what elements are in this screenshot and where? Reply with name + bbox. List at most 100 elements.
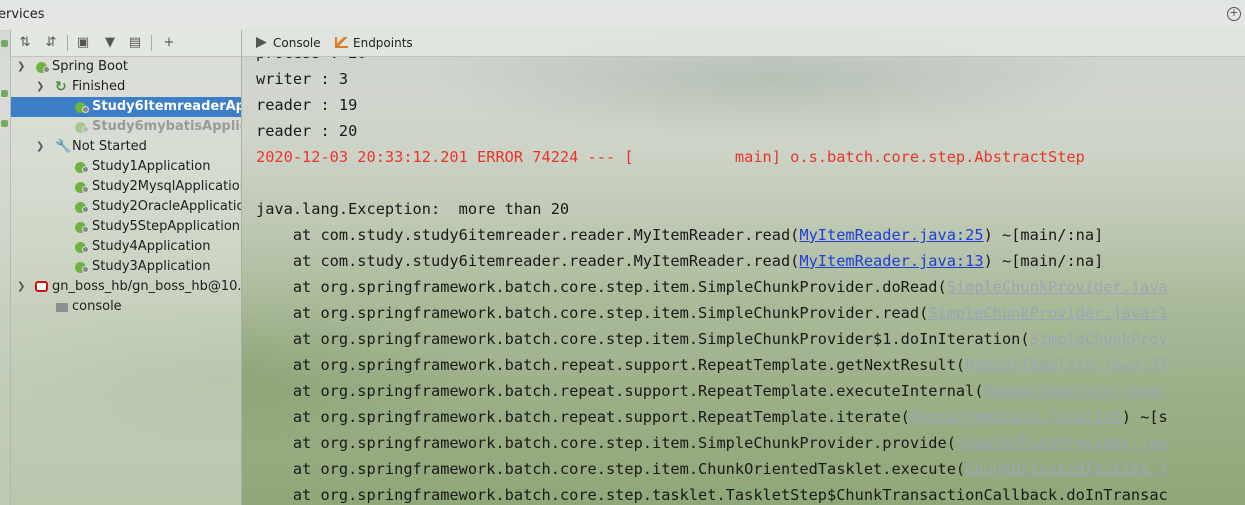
spring-app-icon — [75, 182, 89, 193]
tree-node-label: Study2OracleApplication — [92, 199, 242, 214]
source-link[interactable]: SimpleChunkProvider.java:1 — [928, 304, 1167, 322]
spring-app-icon — [75, 262, 89, 273]
tool-window-icon[interactable] — [1, 90, 8, 97]
spring-app-icon — [75, 202, 89, 213]
spring-app-icon — [75, 222, 89, 233]
tool-window-icon[interactable] — [1, 40, 8, 47]
source-link[interactable]: RepeatTemplate.java:145 — [910, 408, 1122, 426]
tree-node-app[interactable]: Study3Application — [11, 257, 241, 277]
tab-label: Console — [273, 36, 321, 50]
console-tabs: Console Endpoints — [242, 30, 1245, 57]
console-error-line: 2020-12-03 20:33:12.201 ERROR 74224 --- … — [256, 148, 1085, 166]
expand-all-icon[interactable]: ⇅ — [17, 35, 33, 51]
tab-endpoints[interactable]: Endpoints — [335, 30, 413, 56]
tree-node-label: Study4Application — [92, 239, 211, 254]
stack-frame-text: at org.springframework.batch.core.step.t… — [256, 486, 1168, 504]
tree-node-label: Not Started — [72, 139, 147, 154]
source-link[interactable]: MyItemReader.java:13 — [799, 252, 983, 270]
tree-node-label: console — [72, 299, 122, 314]
stack-trace-line: at org.springframework.batch.core.step.i… — [256, 300, 1168, 326]
tree-node-app[interactable]: Study5StepApplication — [11, 217, 241, 237]
tree-node-label: Finished — [72, 79, 126, 94]
stack-frame-text: at org.springframework.batch.core.step.i… — [256, 434, 956, 452]
chevron-down-icon[interactable]: ❯ — [17, 277, 27, 297]
tab-console[interactable]: Console — [256, 30, 321, 56]
source-link[interactable]: RepeatTemplate.java:37 — [965, 356, 1168, 374]
new-tab-icon[interactable]: ▤ — [127, 35, 143, 51]
stack-frame-text: at org.springframework.batch.repeat.supp… — [256, 408, 910, 426]
source-link[interactable]: SimpleChunkProvider.java — [947, 278, 1168, 296]
services-toolbar: ⇅ ⇵ ▣ ▼ ▤ + — [11, 30, 241, 57]
stack-frame-suffix: ) ~[main/:na] — [983, 252, 1104, 270]
tool-window-icon[interactable] — [1, 120, 8, 127]
stack-frame-text: at org.springframework.batch.core.step.i… — [256, 460, 966, 478]
tree-node-study6itemreader[interactable]: Study6ItemreaderApplic — [11, 97, 241, 117]
tree-node-spring-boot[interactable]: ❯ Spring Boot — [11, 57, 241, 77]
endpoints-icon — [335, 37, 348, 48]
settings-gear-icon[interactable]: + — [1227, 7, 1241, 21]
services-title-bar: ervices + — [0, 0, 1245, 31]
tree-node-console[interactable]: console — [11, 297, 241, 317]
source-link[interactable]: MyItemReader.java:25 — [799, 226, 983, 244]
stack-frame-suffix: ) ~[main/:na] — [983, 226, 1104, 244]
spring-app-icon — [75, 122, 89, 133]
spring-app-icon — [75, 162, 89, 173]
collapse-all-icon[interactable]: ⇵ — [43, 35, 59, 51]
window-title: ervices — [0, 7, 45, 22]
stack-frame-text: at org.springframework.batch.repeat.supp… — [256, 382, 984, 400]
chevron-down-icon[interactable]: ❯ — [17, 57, 27, 77]
tree-node-label: Spring Boot — [52, 59, 129, 74]
stack-trace-line: at org.springframework.batch.core.step.i… — [256, 326, 1168, 352]
add-icon[interactable]: + — [161, 35, 177, 51]
source-link[interactable]: ChunkOrientedTasklet.j — [965, 460, 1168, 478]
spring-app-icon — [75, 242, 89, 253]
tree-node-label: Study6mybatisApplicatio — [92, 119, 241, 134]
console-exception-line: java.lang.Exception: more than 20 — [256, 200, 570, 218]
tree-node-label: Study2MysqlApplication — [92, 179, 242, 194]
stack-trace-line: at org.springframework.batch.core.step.t… — [256, 482, 1168, 505]
stack-frame-suffix: ) ~[s — [1121, 408, 1168, 426]
chevron-down-icon[interactable]: ❯ — [36, 137, 46, 157]
tree-node-study6mybatis[interactable]: Study6mybatisApplicatio — [11, 117, 241, 137]
console-line: reader : 19 — [256, 96, 358, 114]
stack-trace-line: at org.springframework.batch.repeat.supp… — [256, 352, 1168, 378]
group-icon[interactable]: ▣ — [75, 35, 91, 51]
stack-trace-line: at org.springframework.batch.core.step.i… — [256, 456, 1168, 482]
stack-frame-text: at org.springframework.batch.core.step.i… — [256, 330, 1030, 348]
finished-icon: ↻ — [55, 79, 67, 95]
filter-icon[interactable]: ▼ — [102, 35, 118, 51]
tree-node-not-started[interactable]: ❯ 🔧 Not Started — [11, 137, 241, 157]
stack-trace-line: at com.study.study6itemreader.reader.MyI… — [256, 248, 1103, 274]
tree-node-app[interactable]: Study2OracleApplication — [11, 197, 241, 217]
tree-node-app[interactable]: Study2MysqlApplication — [11, 177, 241, 197]
tree-node-app[interactable]: Study1Application — [11, 157, 241, 177]
stack-frame-text: at com.study.study6itemreader.reader.MyI… — [256, 252, 800, 270]
tree-node-label: Study3Application — [92, 259, 211, 274]
chevron-down-icon[interactable]: ❯ — [36, 77, 46, 97]
stack-trace-line: at org.springframework.batch.repeat.supp… — [256, 378, 1168, 404]
spring-boot-icon — [36, 62, 50, 73]
console-icon — [56, 303, 68, 312]
stack-trace-line: at org.springframework.batch.repeat.supp… — [256, 404, 1168, 430]
tree-node-app[interactable]: Study4Application — [11, 237, 241, 257]
console-icon — [256, 37, 267, 48]
stack-trace-line: at org.springframework.batch.core.step.i… — [256, 274, 1168, 300]
tree-node-label: Study6ItemreaderApplic — [92, 99, 241, 114]
source-link[interactable]: SimpleChunkProvider.jav — [956, 434, 1168, 452]
tree-node-finished[interactable]: ❯ ↻ Finished — [11, 77, 241, 97]
console-line: reader : 20 — [256, 122, 358, 140]
stack-frame-text: at org.springframework.batch.core.step.i… — [256, 304, 929, 322]
stack-frame-text: at org.springframework.batch.repeat.supp… — [256, 356, 966, 374]
console-line: writer : 3 — [256, 70, 349, 88]
database-icon — [35, 281, 48, 292]
console-output[interactable]: process : 20 writer : 3 reader : 19 read… — [256, 57, 1245, 505]
tree-node-label: Study5StepApplication — [92, 219, 241, 234]
toolbar-separator — [151, 35, 152, 51]
stack-frame-text: at org.springframework.batch.core.step.i… — [256, 278, 947, 296]
source-link[interactable]: RepeatTemplate.java: — [984, 382, 1168, 400]
source-link[interactable]: SimpleChunkProv — [1030, 330, 1168, 348]
toolbar-separator — [67, 35, 68, 51]
tree-node-database[interactable]: ❯ gn_boss_hb/gn_boss_hb@10.0.25 — [11, 277, 241, 297]
spring-app-icon — [75, 102, 89, 113]
stack-trace-line: at com.study.study6itemreader.reader.MyI… — [256, 222, 1103, 248]
